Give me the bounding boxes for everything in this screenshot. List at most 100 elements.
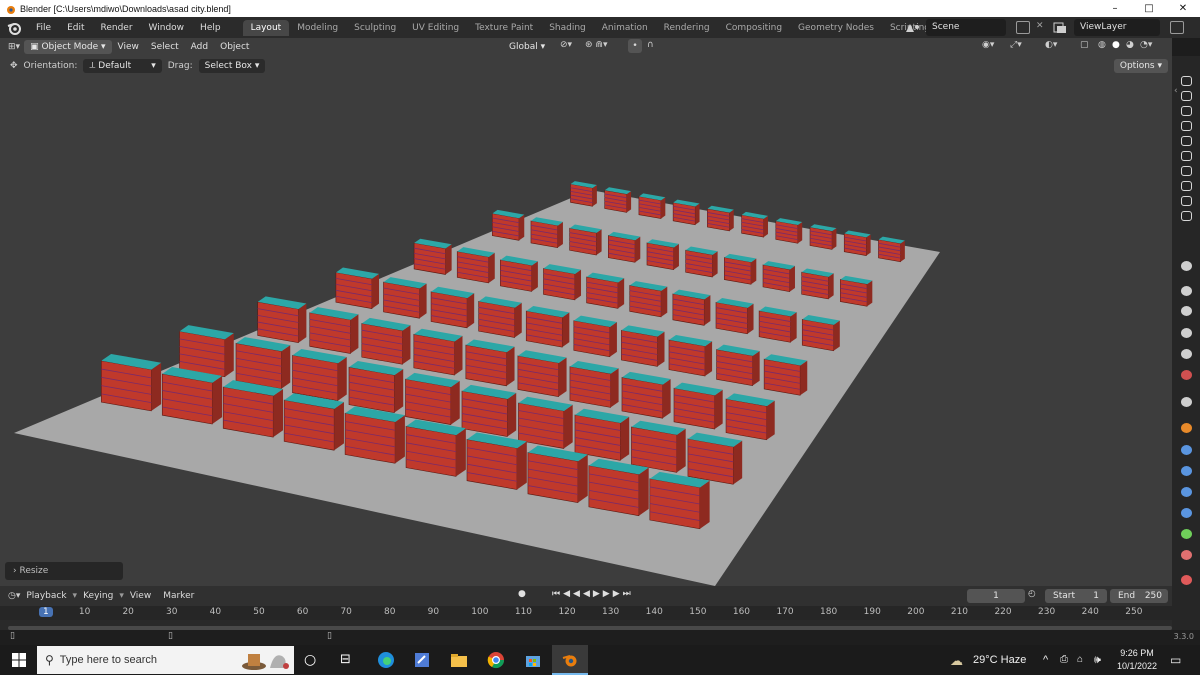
viewport-menu-view[interactable]: View [112, 42, 145, 52]
mode-dropdown[interactable]: ▣ Object Mode ▾ [24, 40, 112, 54]
material-preview-icon[interactable]: ◕ [1126, 40, 1134, 50]
tab-uv-editing[interactable]: UV Editing [404, 20, 467, 36]
building[interactable] [543, 264, 582, 301]
proportional-editing-icon[interactable]: • [628, 39, 642, 53]
network-icon[interactable]: ⌂ [1077, 645, 1083, 675]
outliner-camera-icon[interactable] [1181, 106, 1192, 116]
end-frame-field[interactable]: End 250 [1110, 589, 1168, 603]
building[interactable] [292, 349, 347, 402]
building[interactable] [621, 325, 665, 367]
menu-file[interactable]: File [28, 23, 59, 33]
minimize-button[interactable]: – [1098, 0, 1132, 17]
modifier-properties-icon[interactable] [1181, 445, 1192, 455]
city-scene[interactable] [0, 56, 1172, 586]
widgets-icon[interactable]: ⊟ [340, 651, 358, 669]
building[interactable] [518, 396, 573, 449]
outliner-camera-icon[interactable] [1181, 136, 1192, 146]
tool-properties-icon[interactable] [1181, 261, 1192, 271]
close-button[interactable]: ✕ [1166, 0, 1200, 17]
timeline-menu-marker[interactable]: Marker [157, 591, 200, 601]
taskbar-clock[interactable]: 9:26 PM 10/1/2022 [1112, 647, 1162, 673]
building[interactable] [573, 315, 617, 358]
view-layer-properties-icon[interactable] [1181, 328, 1192, 338]
building[interactable] [672, 199, 700, 226]
building[interactable] [257, 296, 307, 344]
building[interactable] [466, 432, 527, 490]
show-hidden-icons-chevron-icon[interactable]: ^ [1043, 645, 1048, 675]
chrome-browser-icon[interactable] [487, 651, 505, 669]
microsoft-store-icon[interactable] [524, 651, 542, 669]
move-tool-icon[interactable]: ✥ [10, 61, 18, 71]
playback-controls[interactable]: ⏮◀◀◀▶▶▶⏭ [552, 589, 634, 599]
solid-shading-icon[interactable]: ● [1112, 40, 1120, 50]
building[interactable] [741, 211, 768, 238]
transform-orientation-dropdown[interactable]: Global ▾ [495, 40, 551, 54]
tab-rendering[interactable]: Rendering [656, 20, 718, 36]
building[interactable] [570, 181, 597, 207]
building[interactable] [383, 277, 427, 319]
building[interactable] [235, 337, 291, 390]
edge-browser-icon[interactable] [377, 651, 395, 669]
building[interactable] [843, 230, 871, 256]
orientation-dropdown[interactable]: ⟂ Default ▾ [83, 59, 162, 73]
timeline-editor-icon[interactable]: ◷▾ [8, 591, 20, 601]
volume-icon[interactable]: 🕪 [1094, 645, 1101, 675]
tab-shading[interactable]: Shading [541, 20, 594, 36]
tab-texture-paint[interactable]: Texture Paint [467, 20, 541, 36]
timeline-menu-keying[interactable]: Keying [77, 591, 119, 601]
timeline-menu-playback[interactable]: Playback [20, 591, 72, 601]
building[interactable] [631, 420, 686, 473]
options-button[interactable]: Options ▾ [1113, 59, 1168, 73]
building[interactable] [715, 298, 754, 335]
data-properties-icon[interactable] [1181, 529, 1192, 539]
record-icon[interactable]: ● [518, 589, 526, 599]
building[interactable] [161, 367, 223, 425]
outliner-camera-icon[interactable] [1181, 76, 1192, 86]
snap-icon[interactable]: ⊛ ⋒▾ [585, 40, 607, 50]
output-properties-icon[interactable] [1181, 306, 1192, 316]
building[interactable] [649, 471, 710, 530]
building[interactable] [801, 268, 834, 300]
building[interactable] [878, 236, 905, 263]
windows-start-icon[interactable] [10, 651, 28, 669]
overlays-icon[interactable]: ◐▾ [1045, 40, 1057, 50]
building[interactable] [569, 361, 619, 408]
building[interactable] [809, 224, 837, 250]
building[interactable] [569, 224, 602, 256]
building[interactable] [724, 253, 757, 285]
timeline-menu-view[interactable]: View [124, 591, 157, 601]
constraint-properties-icon[interactable] [1181, 508, 1192, 518]
building[interactable] [758, 306, 797, 343]
building[interactable] [361, 317, 411, 365]
notepad-app-icon[interactable] [413, 651, 431, 669]
scene-name-field[interactable]: Scene [926, 19, 1006, 36]
particles-properties-icon[interactable] [1181, 466, 1192, 476]
tab-layout[interactable]: Layout [242, 19, 290, 36]
building[interactable] [335, 267, 380, 309]
tab-modeling[interactable]: Modeling [289, 20, 346, 36]
building[interactable] [413, 328, 463, 376]
maximize-button[interactable]: □ [1132, 0, 1166, 17]
viewport-menu-object[interactable]: Object [214, 42, 255, 52]
building[interactable] [530, 217, 563, 249]
building[interactable] [668, 334, 713, 377]
gizmo-icon[interactable]: ⤢▾ [1010, 40, 1022, 50]
building[interactable] [586, 272, 625, 309]
material-properties-icon[interactable] [1181, 550, 1192, 560]
building[interactable] [309, 307, 359, 354]
viewport-menu-select[interactable]: Select [145, 42, 185, 52]
texture-properties-icon[interactable] [1181, 575, 1192, 585]
viewport-menu-add[interactable]: Add [185, 42, 214, 52]
outliner-camera-icon[interactable] [1181, 196, 1192, 206]
falloff-icon[interactable]: ∩ [647, 40, 654, 50]
world-properties-icon[interactable] [1181, 370, 1192, 380]
tab-sculpting[interactable]: Sculpting [346, 20, 404, 36]
file-explorer-icon[interactable] [450, 651, 468, 669]
notifications-icon[interactable]: ▭ [1170, 645, 1181, 675]
outliner-camera-icon[interactable] [1181, 91, 1192, 101]
building[interactable] [101, 353, 162, 412]
usb-device-icon[interactable]: ⎙ [1060, 645, 1068, 675]
building[interactable] [762, 261, 795, 292]
building[interactable] [222, 380, 284, 438]
tab-geometry-nodes[interactable]: Geometry Nodes [790, 20, 882, 36]
